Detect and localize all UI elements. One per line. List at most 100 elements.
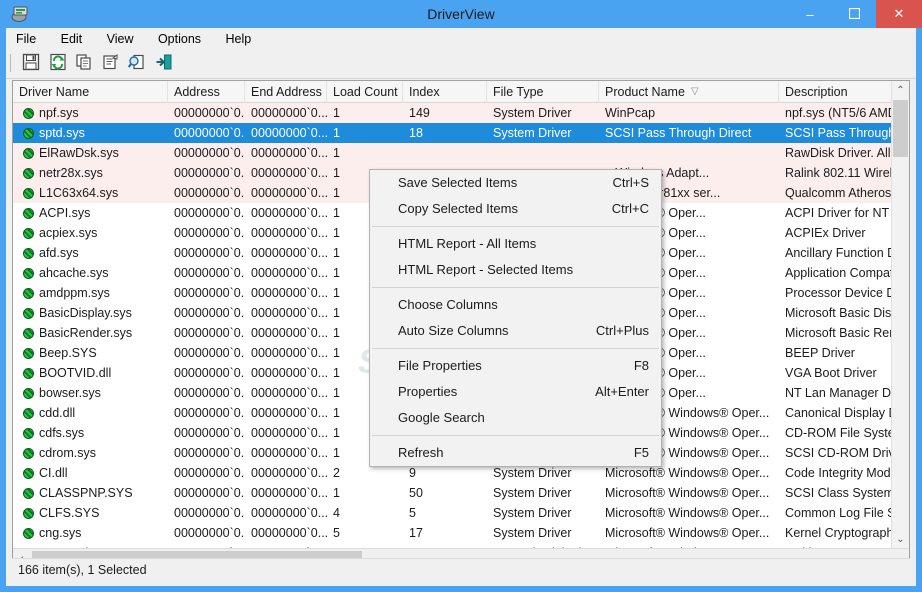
cell-driver-name: sptd.sys [39, 126, 85, 140]
cell-address: 00000000`0... [174, 266, 245, 280]
column-header-end-address[interactable]: End Address [245, 81, 327, 103]
menu-help[interactable]: Help [215, 28, 261, 50]
context-menu-item-google-search[interactable]: Google Search [370, 405, 661, 431]
cell-index: 17 [409, 526, 423, 540]
properties-icon[interactable] [100, 53, 122, 75]
cell-description: RawDisk Driver. Allows [785, 146, 909, 160]
table-row[interactable]: CLFS.SYS 00000000`0... 00000000`0... 4 5 Syst… [13, 503, 909, 523]
menu-edit[interactable]: Edit [51, 28, 93, 50]
exit-icon[interactable] [153, 53, 175, 75]
cell-load-count: 1 [333, 146, 340, 160]
cell-driver-name: cdfs.sys [39, 426, 85, 440]
column-header-address[interactable]: Address [168, 81, 245, 103]
status-text: 166 item(s), 1 Selected [18, 563, 147, 577]
column-header-description[interactable]: Description [779, 81, 909, 103]
cell-end-address: 00000000`0... [251, 326, 327, 340]
column-header-driver-name[interactable]: Driver Name [13, 81, 168, 103]
save-icon[interactable] [20, 53, 42, 75]
chevron-down-icon: ⌄ [896, 533, 905, 545]
cell-driver-name: ahcache.sys [39, 266, 109, 280]
cell-driver-name: ElRawDsk.sys [39, 146, 119, 160]
cell-address: 00000000`0... [174, 406, 245, 420]
find-icon[interactable] [126, 53, 148, 75]
context-menu-item-choose-columns[interactable]: Choose Columns [370, 292, 661, 318]
cell-driver-name: BasicRender.sys [39, 326, 133, 340]
menu-item-label: Copy Selected Items [398, 201, 518, 216]
cell-description: Kernel Cryptography, N [785, 526, 909, 540]
cell-address: 00000000`0... [174, 166, 245, 180]
menu-view[interactable]: View [97, 28, 144, 50]
cell-address: 00000000`0... [174, 526, 245, 540]
context-menu-item-auto-size-columns[interactable]: Auto Size Columns Ctrl+Plus [370, 318, 661, 344]
context-menu-item-refresh[interactable]: Refresh F5 [370, 440, 661, 466]
menu-item-shortcut: Ctrl+Plus [595, 323, 649, 338]
cell-index [403, 143, 487, 163]
menu-item-shortcut: F8 [633, 358, 649, 373]
cell-end-address: 00000000`0... [251, 426, 327, 440]
context-menu-item-html-report-selected-items[interactable]: HTML Report - Selected Items [370, 257, 661, 283]
cell-address: 00000000`0... [174, 326, 245, 340]
cell-address: 00000000`0... [174, 206, 245, 220]
context-menu-item-html-report-all-items[interactable]: HTML Report - All Items [370, 231, 661, 257]
cell-driver-name: CLASSPNP.SYS [39, 486, 133, 500]
cell-description: Code Integrity Module [785, 466, 908, 480]
table-row[interactable]: CLASSPNP.SYS 00000000`0... 00000000`0... 1 5… [13, 483, 909, 503]
column-header-load-count[interactable]: Load Count [327, 81, 403, 103]
column-header-file-type[interactable]: File Type [487, 81, 599, 103]
cell-load-count: 1 [333, 126, 340, 140]
cell-product-name [599, 143, 779, 163]
cell-end-address: 00000000`0... [251, 366, 327, 380]
cell-address: 00000000`0... [174, 246, 245, 260]
column-label: File Type [493, 85, 544, 99]
column-label: End Address [251, 85, 322, 99]
context-menu-item-copy-selected-items[interactable]: Copy Selected Items Ctrl+C [370, 196, 661, 222]
sort-descending-icon: ▽ [691, 86, 699, 97]
cell-address: 00000000`0... [174, 426, 245, 440]
refresh-icon[interactable] [47, 53, 69, 75]
cell-address: 00000000`0... [174, 186, 245, 200]
table-row[interactable]: ElRawDsk.sys 00000000`0... 00000000`0... 1 R… [13, 143, 909, 163]
table-row[interactable]: sptd.sys 00000000`0... 00000000`0... 1 18 Sys… [13, 123, 909, 143]
vertical-scrollbar-thumb[interactable] [893, 100, 908, 157]
cell-driver-name: L1C63x64.sys [39, 186, 119, 200]
cell-end-address: 00000000`0... [251, 266, 327, 280]
menu-item-shortcut: Ctrl+S [612, 175, 649, 190]
context-menu[interactable]: Save Selected Items Ctrl+S Copy Selected I… [369, 169, 662, 467]
cell-driver-name: ACPI.sys [39, 206, 91, 220]
maximize-icon [848, 7, 860, 22]
vertical-scrollbar[interactable]: ⌃ ⌄ [891, 81, 909, 548]
cell-description: SCSI Pass Through Dire [785, 126, 909, 140]
minimize-button[interactable]: – [788, 0, 832, 28]
cell-end-address: 00000000`0... [251, 286, 327, 300]
cell-file-type: System Driver [493, 526, 572, 540]
scroll-up-button[interactable]: ⌃ [892, 81, 909, 99]
context-menu-item-properties[interactable]: Properties Alt+Enter [370, 379, 661, 405]
cell-description: NT Lan Manager Datag [785, 386, 909, 400]
cell-end-address: 00000000`0... [251, 346, 327, 360]
cell-address: 00000000`0... [174, 346, 245, 360]
cell-end-address: 00000000`0... [251, 406, 327, 420]
cell-load-count: 1 [333, 486, 340, 500]
cell-description: VGA Boot Driver [785, 366, 877, 380]
cell-address: 00000000`0... [174, 226, 245, 240]
context-menu-item-file-properties[interactable]: File Properties F8 [370, 353, 661, 379]
table-row[interactable]: cng.sys 00000000`0... 00000000`0... 5 17 Syst… [13, 523, 909, 543]
chevron-up-icon: ⌃ [896, 84, 905, 96]
menu-bar: File Edit View Options Help [6, 28, 916, 51]
column-header-index[interactable]: Index [403, 81, 487, 103]
context-menu-item-save-selected-items[interactable]: Save Selected Items Ctrl+S [370, 170, 661, 196]
cell-address: 00000000`0... [174, 386, 245, 400]
menu-item-shortcut: F5 [633, 445, 649, 460]
scroll-down-button[interactable]: ⌄ [892, 530, 909, 548]
column-header-product-name[interactable]: Product Name ▽ [599, 81, 779, 103]
menu-options[interactable]: Options [148, 28, 211, 50]
cell-driver-name: cng.sys [39, 526, 82, 540]
close-button[interactable]: ✕ [876, 0, 922, 28]
maximize-button[interactable] [832, 0, 876, 28]
menu-file[interactable]: File [6, 28, 46, 50]
cell-index: 18 [409, 126, 423, 140]
copy-icon[interactable] [73, 53, 95, 75]
column-header-row: Driver Name Address End Address Load Cou… [13, 81, 909, 103]
cell-description: Ralink 802.11 Wireless A [785, 166, 909, 180]
table-row[interactable]: npf.sys 00000000`0... 00000000`0... 1 149 Sys… [13, 103, 909, 123]
